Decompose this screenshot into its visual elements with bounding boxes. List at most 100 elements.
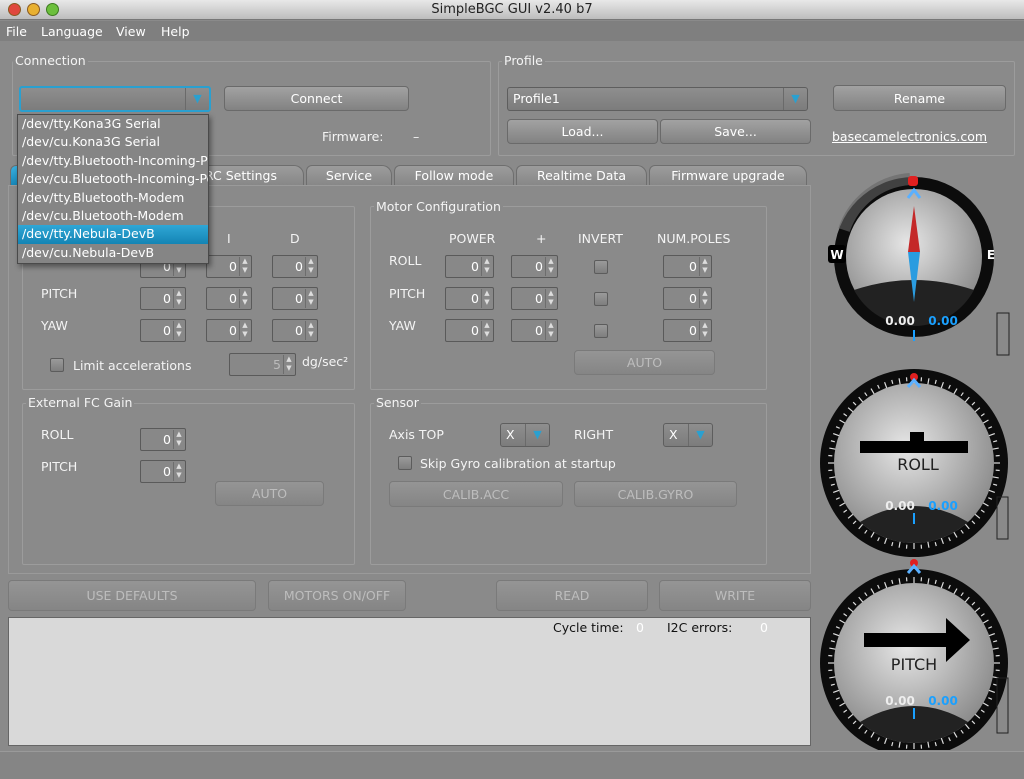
calib-gyro-button[interactable]: CALIB.GYRO (574, 481, 737, 507)
spinner-arrows-icon[interactable]: ▲▼ (305, 321, 316, 340)
spinner-arrows-icon[interactable]: ▲▼ (481, 321, 492, 340)
spinner-arrows-icon[interactable]: ▲▼ (239, 321, 250, 340)
pid-i-spinner[interactable]: 0 ▲ ▼ (206, 255, 252, 278)
spinner-value: 0 (689, 323, 697, 338)
motor-plus-spinner[interactable]: 0 ▲ ▼ (511, 287, 558, 310)
port-option[interactable]: /dev/tty.Kona3G Serial (18, 115, 208, 133)
pid-d-spinner[interactable]: 0 ▲ ▼ (272, 255, 318, 278)
spinner-value: 0 (295, 259, 303, 274)
port-option[interactable]: /dev/cu.Bluetooth-Modem (18, 207, 208, 225)
pid-i-spinner[interactable]: 0 ▲ ▼ (206, 319, 252, 342)
spinner-arrows-icon[interactable]: ▲▼ (283, 355, 294, 374)
load-button[interactable]: Load... (507, 119, 658, 144)
spinner-arrows-icon[interactable]: ▲▼ (481, 289, 492, 308)
menu-help[interactable]: Help (161, 24, 190, 39)
calib-acc-button[interactable]: CALIB.ACC (389, 481, 563, 507)
tab-service[interactable]: Service (306, 165, 392, 186)
port-option[interactable]: /dev/tty.Bluetooth-Incoming-Port (18, 152, 208, 170)
ext-roll-spinner[interactable]: 0 ▲ ▼ (140, 428, 186, 451)
port-option[interactable]: /dev/cu.Bluetooth-Incoming-Port (18, 170, 208, 188)
write-button[interactable]: WRITE (659, 580, 811, 611)
spinner-value: 0 (163, 323, 171, 338)
motor-poles-spinner[interactable]: 0 ▲ ▼ (663, 255, 712, 278)
spinner-arrows-icon[interactable]: ▲▼ (481, 257, 492, 276)
i2c-errors-value: 0 (760, 620, 768, 635)
pid-header-i: I (227, 231, 231, 246)
motor-power-spinner[interactable]: 0 ▲ ▼ (445, 255, 494, 278)
pid-p-spinner[interactable]: 0▲▼ (140, 287, 186, 310)
spinner-arrows-icon[interactable]: ▲▼ (173, 321, 184, 340)
pid-p-spinner[interactable]: 0▲▼ (140, 319, 186, 342)
port-option[interactable]: /dev/cu.Nebula-DevB (18, 244, 208, 262)
motor-power-spinner[interactable]: 0 ▲ ▼ (445, 319, 494, 342)
motor-poles-spinner[interactable]: 0 ▲ ▼ (663, 319, 712, 342)
menu-language[interactable]: Language (41, 24, 103, 39)
menu-view[interactable]: View (116, 24, 146, 39)
ext-row-label: PITCH (41, 459, 78, 474)
tab-follow-mode[interactable]: Follow mode (394, 165, 514, 186)
limit-accelerations-checkbox[interactable] (50, 358, 64, 372)
rename-button[interactable]: Rename (833, 85, 1006, 111)
spinner-arrows-icon[interactable]: ▲▼ (699, 289, 710, 308)
port-option[interactable]: /dev/cu.Kona3G Serial (18, 133, 208, 151)
spinner-arrows-icon[interactable]: ▲▼ (173, 462, 184, 481)
tab-realtime-data[interactable]: Realtime Data (516, 165, 647, 186)
website-link[interactable]: basecamelectronics.com (832, 129, 987, 144)
spinner-arrows-icon[interactable]: ▲▼ (545, 321, 556, 340)
menu-file[interactable]: File (6, 24, 27, 39)
close-window-button[interactable] (8, 3, 21, 16)
spinner-value: 0 (229, 291, 237, 306)
right-value: X (669, 427, 678, 442)
right-select[interactable]: X ▼ (663, 423, 713, 447)
profile-select[interactable]: Profile1 ▼ (507, 87, 808, 111)
ext-pitch-spinner[interactable]: 0 ▲ ▼ (140, 460, 186, 483)
spinner-arrows-icon[interactable]: ▲▼ (545, 289, 556, 308)
zoom-window-button[interactable] (46, 3, 59, 16)
spinner-arrows-icon[interactable]: ▲▼ (173, 430, 184, 449)
tab-rc-settings[interactable]: RC Settings (200, 165, 304, 186)
tab-firmware-upgrade[interactable]: Firmware upgrade (649, 165, 807, 186)
ext-auto-button[interactable]: AUTO (215, 481, 324, 506)
spinner-arrows-icon[interactable]: ▲▼ (305, 257, 316, 276)
skip-gyro-checkbox[interactable] (398, 456, 412, 470)
motor-plus-spinner[interactable]: 0 ▲ ▼ (511, 255, 558, 278)
read-button[interactable]: READ (496, 580, 648, 611)
spinner-arrows-icon[interactable]: ▲▼ (545, 257, 556, 276)
port-select[interactable]: ▼ (19, 86, 211, 112)
spinner-arrows-icon[interactable]: ▲▼ (699, 257, 710, 276)
chevron-down-icon: ▼ (688, 424, 712, 446)
pid-i-spinner[interactable]: 0 ▲ ▼ (206, 287, 252, 310)
pid-d-spinner[interactable]: 0 ▲ ▼ (272, 319, 318, 342)
sensor-label: Sensor (374, 395, 421, 410)
pid-d-spinner[interactable]: 0 ▲ ▼ (272, 287, 318, 310)
port-option-selected[interactable]: /dev/tty.Nebula-DevB (18, 225, 208, 244)
spinner-arrows-icon[interactable]: ▲▼ (173, 289, 184, 308)
use-defaults-button[interactable]: USE DEFAULTS (8, 580, 256, 611)
pid-row-label: YAW (41, 318, 68, 333)
gauges-panel: W E 0.00 0.00 ROLL 0.00 0.00 PITCH 0.00 … (820, 173, 1010, 750)
motor-plus-spinner[interactable]: 0 ▲ ▼ (511, 319, 558, 342)
axis-top-value: X (506, 427, 515, 442)
log-area[interactable] (8, 617, 811, 746)
motor-invert-checkbox[interactable] (594, 324, 608, 338)
spinner-arrows-icon[interactable]: ▲▼ (239, 289, 250, 308)
spinner-value: 0 (229, 259, 237, 274)
motor-header-num-poles: NUM.POLES (657, 231, 731, 246)
minimize-window-button[interactable] (27, 3, 40, 16)
port-option[interactable]: /dev/tty.Bluetooth-Modem (18, 189, 208, 207)
spinner-arrows-icon[interactable]: ▲▼ (239, 257, 250, 276)
axis-top-select[interactable]: X ▼ (500, 423, 550, 447)
spinner-value: 0 (295, 323, 303, 338)
motor-poles-spinner[interactable]: 0 ▲ ▼ (663, 287, 712, 310)
motor-power-spinner[interactable]: 0 ▲ ▼ (445, 287, 494, 310)
spinner-arrows-icon[interactable]: ▲▼ (305, 289, 316, 308)
motors-on-off-button[interactable]: MOTORS ON/OFF (268, 580, 406, 611)
limit-accelerations-spinner[interactable]: 5 ▲ ▼ (229, 353, 296, 376)
save-button[interactable]: Save... (660, 119, 811, 144)
motor-invert-checkbox[interactable] (594, 260, 608, 274)
firmware-value: – (413, 129, 420, 144)
spinner-arrows-icon[interactable]: ▲▼ (699, 321, 710, 340)
connect-button[interactable]: Connect (224, 86, 409, 111)
motor-invert-checkbox[interactable] (594, 292, 608, 306)
motor-auto-button[interactable]: AUTO (574, 350, 715, 375)
